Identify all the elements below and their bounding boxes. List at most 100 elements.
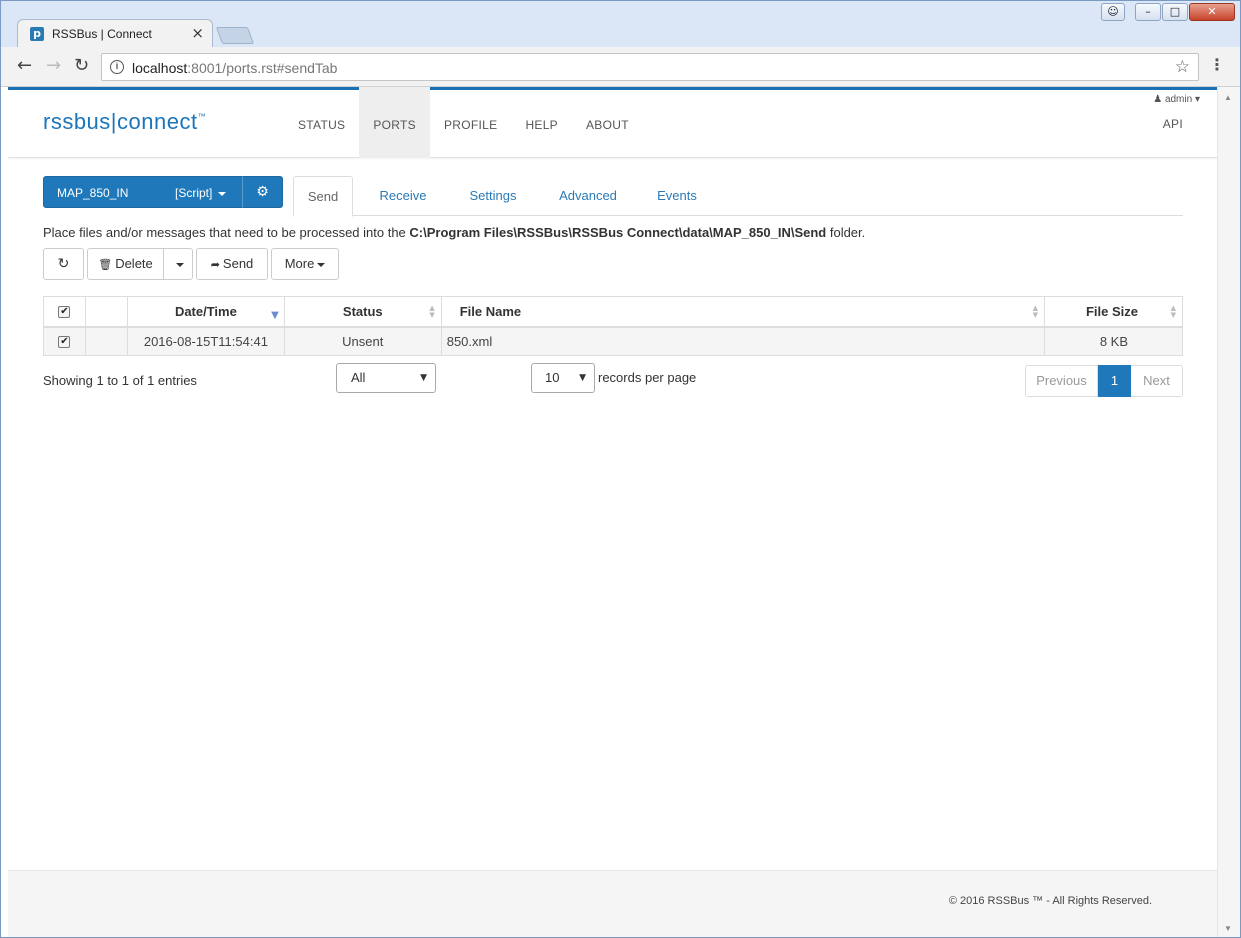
folder-note-suffix: folder. [826,225,866,240]
nav-status[interactable]: STATUS [284,87,359,158]
window-user-icon[interactable]: ☺ [1101,3,1125,21]
address-bar[interactable]: i localhost:8001/ports.rst#sendTab ☆ [101,53,1199,81]
row-blank-cell [84,326,128,356]
status-header-label: Status [342,303,383,319]
sort-descending-icon: ▼ [271,310,279,321]
select-all-checkbox[interactable]: ✔ [58,306,71,319]
tab-receive[interactable]: Receive [371,176,435,216]
share-arrow-icon: ➦ [210,258,220,271]
tab-advanced[interactable]: Advanced [551,176,625,216]
blank-header [84,296,128,328]
user-name: admin [1164,94,1193,105]
refresh-button[interactable]: ↻ [43,248,84,280]
file-size-header[interactable]: File Size ▲ ▼ [1044,296,1183,328]
port-type-label: [Script] [175,186,213,200]
tab-events[interactable]: Events [649,176,705,216]
sort-icon: ▲ ▼ [429,304,435,319]
records-per-page-label: records per page [598,370,697,385]
kebab-menu-icon[interactable]: ⋮ [1209,57,1225,75]
row-status: Unsent [283,326,442,356]
more-button[interactable]: More [271,248,339,280]
nav-ports[interactable]: PORTS [359,87,430,158]
user-caret-icon: ▾ [1194,94,1200,105]
tab-settings[interactable]: Settings [458,176,528,216]
chevron-down-icon [175,262,184,267]
entries-info: Showing 1 to 1 of 1 entries [43,373,197,388]
user-icon: ♟ [1153,94,1163,105]
reload-icon[interactable]: ↻ [74,56,89,76]
row-file-name[interactable]: 850.xml [440,326,1046,356]
url-path: :8001/ports.rst#sendTab [187,60,338,76]
delete-dropdown-button[interactable] [163,248,193,280]
row-file-size: 8 KB [1044,326,1183,356]
gear-icon[interactable]: ⚙ [242,176,283,208]
row-checkbox[interactable]: ✔ [58,336,71,349]
browser-tab[interactable]: p RSSBus | Connect × [17,19,213,48]
back-arrow-icon[interactable]: ← [17,56,32,76]
tab-close-icon[interactable]: × [191,25,204,41]
vertical-scrollbar[interactable]: ▲ ▼ [1217,87,1240,937]
url-text[interactable]: localhost:8001/ports.rst#sendTab [132,60,337,76]
date-time-header[interactable]: Date/Time ▼ [126,296,285,328]
sort-icon: ▲ ▼ [1032,304,1039,319]
rssbus-favicon-icon: p [30,27,44,41]
nav-profile[interactable]: PROFILE [430,87,511,158]
copyright-text: © 2016 RSSBus ™ - All Rights Reserved. [948,895,1152,907]
file-size-header-label: File Size [1085,303,1138,319]
page-1-button[interactable]: 1 [1098,365,1131,397]
trash-icon: 🗑 [98,258,113,271]
browser-toolbar: ← → ↻ i localhost:8001/ports.rst#sendTab… [1,47,1240,87]
page-footer: © 2016 RSSBus ™ - All Rights Reserved. [8,870,1217,937]
more-label: More [284,256,315,271]
scroll-up-icon[interactable]: ▲ [1224,93,1232,102]
tab-send[interactable]: Send [293,176,353,217]
status-filter-select[interactable]: All ▼ [336,363,436,393]
star-icon[interactable]: ☆ [1175,57,1190,77]
table-row[interactable]: ✔ 2016-08-15T11:54:41 Unsent 850.xml 8 K… [43,326,1183,356]
window-maximize-button[interactable]: □ [1162,3,1188,21]
nav-help[interactable]: HELP [511,87,572,158]
next-page-button[interactable]: Next [1131,365,1183,397]
app-header: rssbus|connect™ STATUS PORTS PROFILE HEL… [8,87,1217,158]
title-bar: p RSSBus | Connect × ☺ – □ ✕ [1,1,1240,48]
page-viewport: rssbus|connect™ STATUS PORTS PROFILE HEL… [8,87,1217,937]
folder-path: C:\Program Files\RSSBus\RSSBus Connect\d… [409,225,827,240]
chevron-down-icon [218,191,227,196]
pagination: Previous 1 Next [1025,365,1183,397]
select-all-cell[interactable]: ✔ [43,296,86,328]
file-name-header[interactable]: File Name ▲ ▼ [440,296,1046,328]
window-close-button[interactable]: ✕ [1189,3,1235,21]
tab-title: RSSBus | Connect [52,27,152,41]
forward-arrow-icon[interactable]: → [46,56,61,76]
port-selector-button[interactable]: MAP_850_IN [Script] [43,176,243,208]
send-button[interactable]: ➦ Send [196,248,268,280]
previous-page-button[interactable]: Previous [1025,365,1098,397]
user-menu[interactable]: ♟ admin ▾ [1153,94,1200,105]
nav-about[interactable]: ABOUT [572,87,643,158]
browser-window: p RSSBus | Connect × ☺ – □ ✕ ← → ↻ i loc… [0,0,1241,938]
refresh-icon: ↻ [57,256,70,272]
sort-icon: ▲ ▼ [1170,304,1176,319]
select-arrow-icon: ▼ [420,373,427,383]
date-time-header-label: Date/Time [174,303,237,319]
port-name: MAP_850_IN [57,186,129,200]
delete-button[interactable]: 🗑 Delete [87,248,164,280]
new-tab-button[interactable] [215,27,255,44]
chevron-down-icon [317,262,326,267]
folder-note: Place files and/or messages that need to… [43,225,865,240]
send-label: Send [222,256,254,271]
page-size-select[interactable]: 10 ▼ [531,363,595,393]
main-nav: STATUS PORTS PROFILE HELP ABOUT [284,87,643,158]
scroll-down-icon[interactable]: ▼ [1224,924,1232,933]
port-tabs: Send Receive Settings Advanced Events [293,176,1183,217]
info-icon[interactable]: i [110,60,124,74]
page-size-value: 10 [545,370,560,385]
table-header-row: ✔ Date/Time ▼ Status ▲ ▼ File Name ▲ ▼ File S… [43,296,1183,328]
api-link[interactable]: API [1163,117,1183,131]
rssbus-connect-logo[interactable]: rssbus|connect™ [43,109,206,135]
status-header[interactable]: Status ▲ ▼ [283,296,442,328]
files-table: ✔ Date/Time ▼ Status ▲ ▼ File Name ▲ ▼ File S… [43,296,1183,356]
window-minimize-button[interactable]: – [1135,3,1161,21]
row-select-cell[interactable]: ✔ [43,326,86,356]
folder-note-prefix: Place files and/or messages that need to… [43,225,410,240]
